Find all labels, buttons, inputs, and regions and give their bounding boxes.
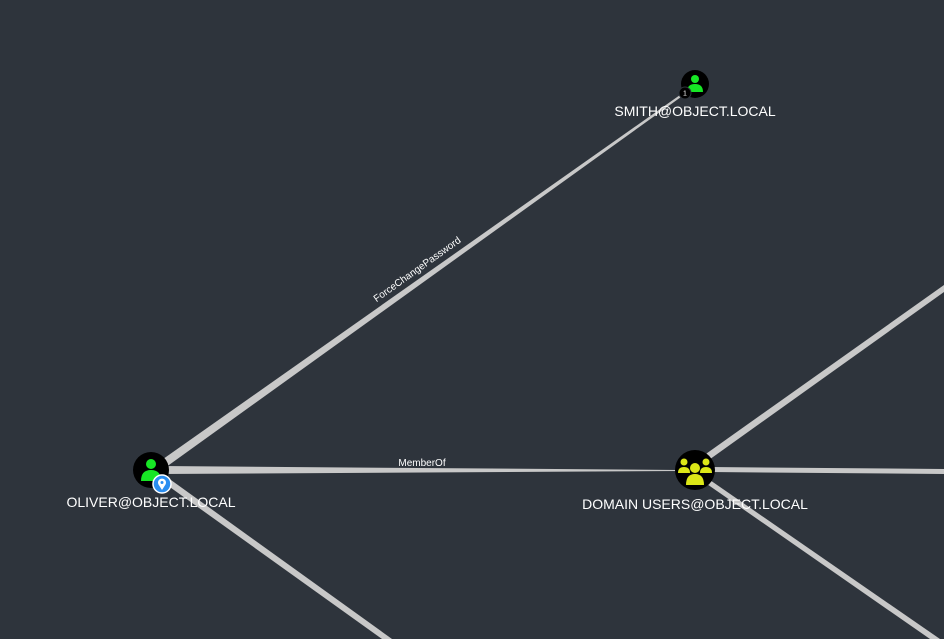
node-label-domain-users: DOMAIN USERS@OBJECT.LOCAL xyxy=(582,496,808,512)
edge-domain-users-right[interactable] xyxy=(710,467,944,474)
edge-label-member-of: MemberOf xyxy=(398,458,445,469)
graph-canvas[interactable]: ForceChangePassword MemberOf 1 SMITH@OBJ… xyxy=(0,0,944,639)
edge-domain-users-upper-right[interactable] xyxy=(703,285,944,462)
count-badge: 1 xyxy=(678,86,692,100)
count-badge-text: 1 xyxy=(683,91,687,98)
edge-label-force-change-password: ForceChangePassword xyxy=(372,235,463,305)
node-domain-users[interactable]: DOMAIN USERS@OBJECT.LOCAL xyxy=(582,450,808,512)
node-oliver[interactable]: OLIVER@OBJECT.LOCAL xyxy=(66,452,236,510)
node-label-oliver: OLIVER@OBJECT.LOCAL xyxy=(66,494,235,510)
node-smith[interactable]: 1 SMITH@OBJECT.LOCAL xyxy=(614,70,776,119)
edge-force-change-password[interactable] xyxy=(156,95,681,470)
node-label-smith: SMITH@OBJECT.LOCAL xyxy=(614,103,775,119)
map-pin-icon xyxy=(152,474,172,494)
